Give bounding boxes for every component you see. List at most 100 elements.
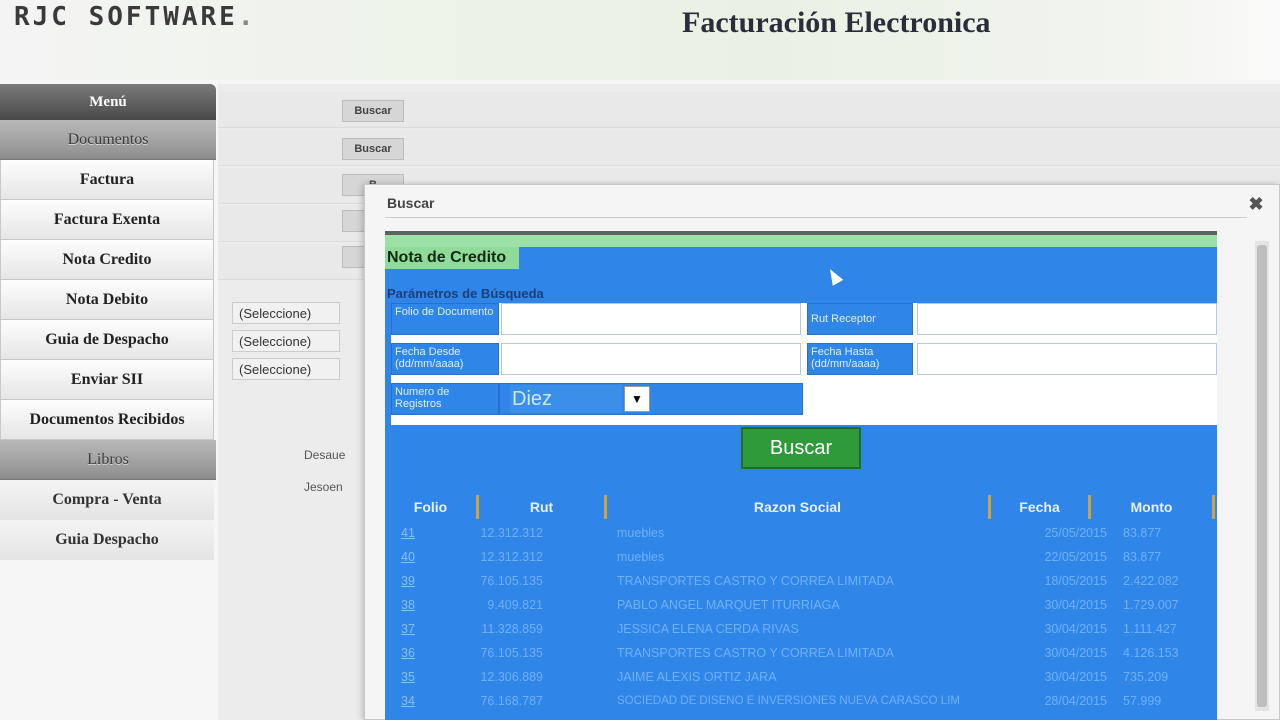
- search-form: Folio de Documento Rut Receptor Fecha De…: [391, 303, 1217, 425]
- table-row[interactable]: 35 12.306.889 JAIME ALEXIS ORTIZ JARA 30…: [385, 665, 1217, 689]
- menu-header: Menú: [0, 84, 216, 120]
- cell-monto: 1.111.427: [1123, 622, 1177, 636]
- search-panel: Nota de Credito Parámetros de Búsqueda F…: [385, 231, 1217, 720]
- rut-receptor-label: Rut Receptor: [807, 303, 913, 335]
- folio-link[interactable]: 41: [385, 526, 435, 540]
- folio-input[interactable]: [501, 303, 801, 335]
- folio-label: Folio de Documento: [391, 303, 499, 335]
- close-icon[interactable]: ✖: [1245, 193, 1267, 215]
- folio-link[interactable]: 38: [385, 598, 435, 612]
- cell-monto: 83.877: [1123, 526, 1162, 540]
- cell-fecha: 30/04/2015: [1044, 598, 1107, 612]
- panel-topbar: [385, 231, 1217, 247]
- fecha-desde-label: Fecha Desde (dd/mm/aaaa): [391, 343, 499, 375]
- cell-rut: 76.168.787: [480, 694, 543, 708]
- folio-link[interactable]: 37: [385, 622, 435, 636]
- bg-search-button[interactable]: Buscar: [342, 100, 404, 122]
- fecha-desde-input[interactable]: [501, 343, 801, 375]
- brand-name: RJC SOFTWARE: [14, 2, 238, 32]
- cell-razon-social: TRANSPORTES CASTRO Y CORREA LIMITADA: [617, 574, 894, 588]
- cell-fecha: 28/04/2015: [1044, 694, 1107, 708]
- column-header-folio[interactable]: Folio: [385, 495, 479, 519]
- cell-razon-social: PABLO ANGEL MARQUET ITURRIAGA: [617, 598, 840, 612]
- cell-rut: 11.328.859: [481, 622, 543, 636]
- table-row[interactable]: 40 12.312.312 muebles 22/05/2015 83.877: [385, 545, 1217, 569]
- cell-fecha: 18/05/2015: [1044, 574, 1107, 588]
- bg-label: Desaue: [304, 448, 346, 462]
- table-row[interactable]: 34 76.168.787 SOCIEDAD DE DISEÑO E INVER…: [385, 689, 1217, 713]
- modal-divider: [385, 217, 1247, 218]
- fecha-hasta-label: Fecha Hasta (dd/mm/aaaa): [807, 343, 913, 375]
- bg-search-button[interactable]: Buscar: [342, 138, 404, 160]
- menu-item-compra-venta[interactable]: Compra - Venta: [0, 480, 214, 520]
- numero-registros-select[interactable]: Diez ▼: [499, 383, 803, 415]
- table-row[interactable]: 36 76.105.135 TRANSPORTES CASTRO Y CORRE…: [385, 641, 1217, 665]
- search-params-label: Parámetros de Búsqueda: [387, 286, 544, 301]
- cell-monto: 57.999: [1123, 694, 1162, 708]
- rut-receptor-input[interactable]: [917, 303, 1217, 335]
- cell-fecha: 30/04/2015: [1044, 670, 1107, 684]
- cell-rut: 76.105.135: [480, 646, 543, 660]
- results-table-body: 41 12.312.312 muebles 25/05/2015 83.877 …: [385, 521, 1217, 713]
- cell-fecha: 30/04/2015: [1044, 646, 1107, 660]
- results-table-header: Folio Rut Razon Social Fecha Monto: [385, 495, 1217, 521]
- column-header-rut[interactable]: Rut: [479, 495, 607, 519]
- bg-select[interactable]: (Seleccione): [232, 330, 340, 352]
- app-title: Facturación Electronica: [682, 6, 991, 39]
- column-header-fecha[interactable]: Fecha: [991, 495, 1091, 519]
- menu-item-factura-exenta[interactable]: Factura Exenta: [0, 200, 214, 240]
- chevron-down-icon[interactable]: ▼: [624, 386, 650, 412]
- select-value: Diez: [510, 385, 622, 413]
- menu-item-documentos-recibidos[interactable]: Documentos Recibidos: [0, 400, 214, 440]
- cell-razon-social: JAIME ALEXIS ORTIZ JARA: [617, 670, 777, 684]
- search-button[interactable]: Buscar: [741, 427, 861, 469]
- cell-rut: 12.312.312: [480, 526, 543, 540]
- modal-scrollbar[interactable]: [1255, 241, 1269, 711]
- numero-registros-label: Numero de Registros: [391, 383, 499, 415]
- fecha-hasta-input[interactable]: [917, 343, 1217, 375]
- bg-select[interactable]: (Seleccione): [232, 302, 340, 324]
- menu-item-guia-despacho[interactable]: Guia de Despacho: [0, 320, 214, 360]
- modal-title: Buscar: [387, 195, 435, 211]
- cell-razon-social: muebles: [617, 526, 665, 540]
- folio-link[interactable]: 39: [385, 574, 435, 588]
- cell-fecha: 25/05/2015: [1044, 526, 1107, 540]
- table-row[interactable]: 38 9.409.821 PABLO ANGEL MARQUET ITURRIA…: [385, 593, 1217, 617]
- menu-item-guia-despacho-libro[interactable]: Guia Despacho: [0, 520, 214, 560]
- cell-razon-social: TRANSPORTES CASTRO Y CORREA LIMITADA: [617, 646, 894, 660]
- cell-rut: 9.409.821: [487, 598, 543, 612]
- bg-label: Jesoen: [304, 480, 343, 494]
- menu-item-factura[interactable]: Factura: [0, 160, 214, 200]
- cell-monto: 4.126.153: [1123, 646, 1179, 660]
- brand-logo: RJC SOFTWARE.: [14, 2, 257, 32]
- menu-item-enviar-sii[interactable]: Enviar SII: [0, 360, 214, 400]
- menu-group-documentos[interactable]: Documentos: [0, 120, 216, 160]
- column-header-monto[interactable]: Monto: [1091, 495, 1215, 519]
- column-header-razon-social[interactable]: Razon Social: [607, 495, 991, 519]
- scrollbar-thumb[interactable]: [1257, 245, 1267, 707]
- menu-group-libros[interactable]: Libros: [0, 440, 216, 480]
- cell-monto: 83.877: [1123, 550, 1162, 564]
- cell-razon-social: muebles: [617, 550, 665, 564]
- brand-dot: .: [237, 2, 257, 32]
- cell-rut: 76.105.135: [480, 574, 543, 588]
- folio-link[interactable]: 35: [385, 670, 435, 684]
- folio-link[interactable]: 34: [385, 694, 435, 708]
- folio-link[interactable]: 36: [385, 646, 435, 660]
- cell-rut: 12.306.889: [480, 670, 543, 684]
- search-modal: Buscar ✖ Nota de Credito Parámetros de B…: [364, 184, 1280, 720]
- table-row[interactable]: 39 76.105.135 TRANSPORTES CASTRO Y CORRE…: [385, 569, 1217, 593]
- table-row[interactable]: 37 11.328.859 JESSICA ELENA CERDA RIVAS …: [385, 617, 1217, 641]
- cell-razon-social: SOCIEDAD DE DISEÑO E INVERSIONES NUEVA C…: [617, 694, 960, 707]
- bg-select[interactable]: (Seleccione): [232, 358, 340, 380]
- table-row[interactable]: 41 12.312.312 muebles 25/05/2015 83.877: [385, 521, 1217, 545]
- cell-monto: 735.209: [1123, 670, 1169, 684]
- menu-item-nota-credito[interactable]: Nota Credito: [0, 240, 214, 280]
- menu-item-nota-debito[interactable]: Nota Debito: [0, 280, 214, 320]
- cell-monto: 2.422.082: [1123, 574, 1179, 588]
- cell-fecha: 30/04/2015: [1044, 622, 1107, 636]
- document-type-heading: Nota de Credito: [385, 247, 519, 269]
- folio-link[interactable]: 40: [385, 550, 435, 564]
- cell-monto: 1.729.007: [1123, 598, 1179, 612]
- cell-fecha: 22/05/2015: [1044, 550, 1107, 564]
